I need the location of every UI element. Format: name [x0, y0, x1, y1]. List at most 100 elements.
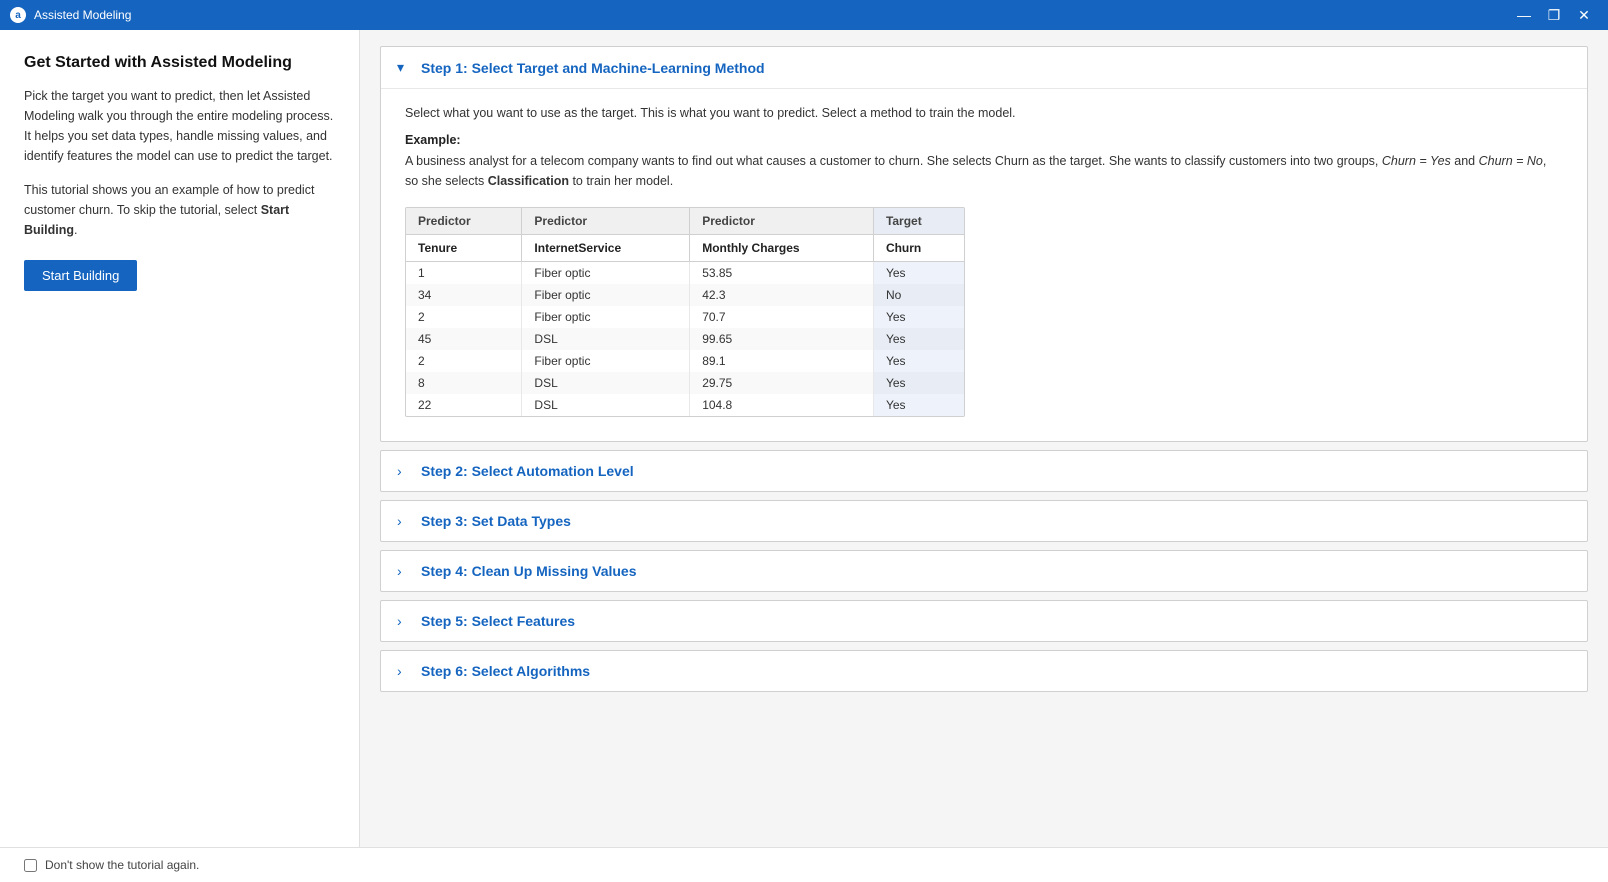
step-5-panel: › Step 5: Select Features: [380, 600, 1588, 642]
table-cell: 70.7: [690, 306, 874, 328]
example-italic-2: Churn = No: [1479, 154, 1543, 168]
table-cell: 8: [406, 372, 522, 394]
app-body: Get Started with Assisted Modeling Pick …: [0, 30, 1608, 882]
table-row: 2Fiber optic89.1Yes: [406, 350, 964, 372]
table-cell: 2: [406, 306, 522, 328]
example-text-1: A business analyst for a telecom company…: [405, 154, 1382, 168]
restore-button[interactable]: ❐: [1540, 4, 1568, 26]
column-type-row: Predictor Predictor Predictor Target: [406, 208, 964, 235]
example-italic-1: Churn = Yes: [1382, 154, 1451, 168]
table-cell: 89.1: [690, 350, 874, 372]
step-2-header[interactable]: › Step 2: Select Automation Level: [381, 451, 1587, 491]
example-text-4: to train her model.: [569, 174, 673, 188]
table-cell: Fiber optic: [522, 350, 690, 372]
table-cell: Fiber optic: [522, 262, 690, 285]
step-3-chevron: ›: [397, 513, 413, 529]
example-bold: Classification: [488, 174, 569, 188]
step-2-title: Step 2: Select Automation Level: [421, 463, 634, 479]
tutorial-end: .: [74, 223, 77, 237]
step-6-chevron: ›: [397, 663, 413, 679]
table-cell: DSL: [522, 394, 690, 416]
app-icon: a: [10, 7, 26, 23]
footer: Don't show the tutorial again.: [0, 847, 1608, 882]
sidebar-tutorial: This tutorial shows you an example of ho…: [24, 180, 335, 240]
column-name-row: Tenure InternetService Monthly Charges C…: [406, 235, 964, 262]
table-cell: Yes: [873, 394, 964, 416]
title-bar: a Assisted Modeling — ❐ ✕: [0, 0, 1608, 30]
table-cell: Fiber optic: [522, 284, 690, 306]
table-cell: 104.8: [690, 394, 874, 416]
data-table: Predictor Predictor Predictor Target Ten…: [406, 208, 964, 416]
table-row: 22DSL104.8Yes: [406, 394, 964, 416]
app-title: Assisted Modeling: [34, 8, 1510, 22]
minimize-button[interactable]: —: [1510, 4, 1538, 26]
col-name-churn: Churn: [873, 235, 964, 262]
step-5-header[interactable]: › Step 5: Select Features: [381, 601, 1587, 641]
step-4-header[interactable]: › Step 4: Clean Up Missing Values: [381, 551, 1587, 591]
step-1-title: Step 1: Select Target and Machine-Learni…: [421, 60, 765, 76]
example-table: Predictor Predictor Predictor Target Ten…: [405, 207, 965, 417]
dont-show-checkbox[interactable]: [24, 859, 37, 872]
dont-show-label[interactable]: Don't show the tutorial again.: [45, 858, 199, 872]
table-cell: DSL: [522, 372, 690, 394]
table-row: 34Fiber optic42.3No: [406, 284, 964, 306]
step-1-panel: ▾ Step 1: Select Target and Machine-Lear…: [380, 46, 1588, 442]
table-cell: 22: [406, 394, 522, 416]
table-cell: Yes: [873, 328, 964, 350]
table-row: 2Fiber optic70.7Yes: [406, 306, 964, 328]
table-cell: Yes: [873, 350, 964, 372]
step-1-header[interactable]: ▾ Step 1: Select Target and Machine-Lear…: [381, 47, 1587, 88]
table-cell: 2: [406, 350, 522, 372]
sidebar-title: Get Started with Assisted Modeling: [24, 54, 335, 72]
step-1-description: Select what you want to use as the targe…: [405, 103, 1563, 123]
sidebar: Get Started with Assisted Modeling Pick …: [0, 30, 360, 882]
col-header-target: Target: [873, 208, 964, 235]
table-cell: 1: [406, 262, 522, 285]
table-cell: Yes: [873, 306, 964, 328]
step-4-title: Step 4: Clean Up Missing Values: [421, 563, 637, 579]
table-body: 1Fiber optic53.85Yes34Fiber optic42.3No2…: [406, 262, 964, 417]
col-name-tenure: Tenure: [406, 235, 522, 262]
table-cell: 99.65: [690, 328, 874, 350]
table-row: 45DSL99.65Yes: [406, 328, 964, 350]
step-6-panel: › Step 6: Select Algorithms: [380, 650, 1588, 692]
step-2-chevron: ›: [397, 463, 413, 479]
close-button[interactable]: ✕: [1570, 4, 1598, 26]
table-cell: 45: [406, 328, 522, 350]
table-cell: Fiber optic: [522, 306, 690, 328]
step-3-title: Step 3: Set Data Types: [421, 513, 571, 529]
example-label: Example:: [405, 133, 1563, 147]
window-controls: — ❐ ✕: [1510, 4, 1598, 26]
col-name-internet: InternetService: [522, 235, 690, 262]
step-2-panel: › Step 2: Select Automation Level: [380, 450, 1588, 492]
step-1-chevron: ▾: [397, 59, 413, 76]
table-cell: Yes: [873, 372, 964, 394]
sidebar-description: Pick the target you want to predict, the…: [24, 86, 335, 166]
step-1-content: Select what you want to use as the targe…: [381, 88, 1587, 441]
col-header-predictor3: Predictor: [690, 208, 874, 235]
table-cell: 42.3: [690, 284, 874, 306]
step-5-title: Step 5: Select Features: [421, 613, 575, 629]
step-5-chevron: ›: [397, 613, 413, 629]
table-row: 8DSL29.75Yes: [406, 372, 964, 394]
step-4-chevron: ›: [397, 563, 413, 579]
table-cell: 29.75: [690, 372, 874, 394]
col-name-charges: Monthly Charges: [690, 235, 874, 262]
step-4-panel: › Step 4: Clean Up Missing Values: [380, 550, 1588, 592]
table-row: 1Fiber optic53.85Yes: [406, 262, 964, 285]
step-6-header[interactable]: › Step 6: Select Algorithms: [381, 651, 1587, 691]
col-header-predictor1: Predictor: [406, 208, 522, 235]
table-cell: Yes: [873, 262, 964, 285]
table-cell: 34: [406, 284, 522, 306]
table-cell: DSL: [522, 328, 690, 350]
table-cell: No: [873, 284, 964, 306]
table-cell: 53.85: [690, 262, 874, 285]
start-building-button[interactable]: Start Building: [24, 260, 137, 291]
example-text-2: and: [1451, 154, 1479, 168]
step-3-header[interactable]: › Step 3: Set Data Types: [381, 501, 1587, 541]
main-content: ▾ Step 1: Select Target and Machine-Lear…: [360, 30, 1608, 882]
step-3-panel: › Step 3: Set Data Types: [380, 500, 1588, 542]
example-text: A business analyst for a telecom company…: [405, 151, 1563, 191]
col-header-predictor2: Predictor: [522, 208, 690, 235]
step-6-title: Step 6: Select Algorithms: [421, 663, 590, 679]
